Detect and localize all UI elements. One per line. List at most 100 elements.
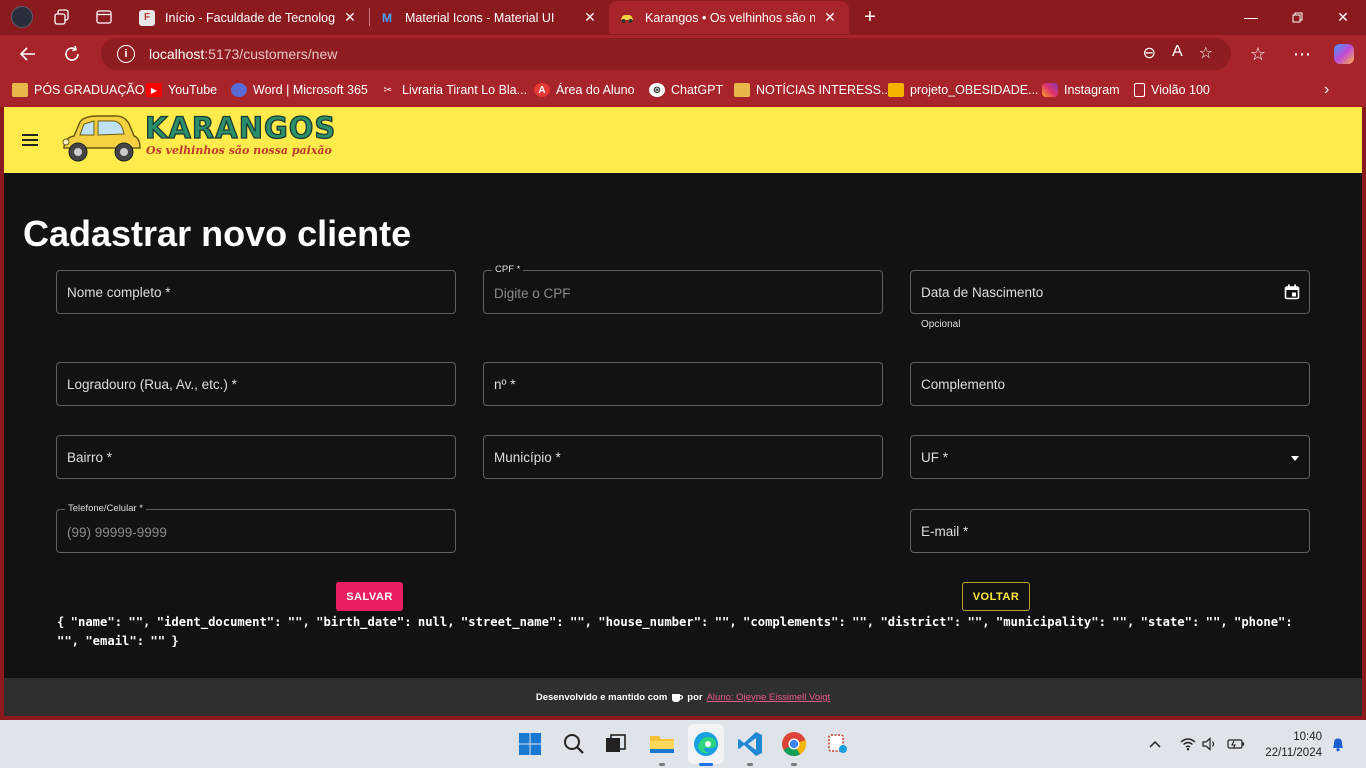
complement-field[interactable]: Complemento — [910, 362, 1310, 406]
system-clock[interactable]: 10:40 22/11/2024 — [1265, 729, 1322, 761]
state-select[interactable]: UF * — [910, 435, 1310, 479]
bookmark-chatgpt[interactable]: ⊛ ChatGPT — [649, 81, 723, 99]
street-label: Logradouro (Rua, Av., etc.) * — [67, 377, 237, 392]
calendar-icon[interactable] — [1284, 284, 1300, 300]
birth-date-label: Data de Nascimento — [921, 285, 1044, 300]
area-aluno-icon: A — [534, 83, 550, 97]
bookmark-label: NOTÍCIAS INTERESS... — [756, 83, 892, 97]
clock-date: 22/11/2024 — [1265, 747, 1322, 759]
state-label: UF * — [921, 450, 948, 465]
snipping-tool-icon[interactable] — [824, 730, 852, 758]
windows-taskbar: 10:40 22/11/2024 — [0, 720, 1366, 768]
search-icon[interactable] — [560, 730, 588, 758]
file-explorer-icon[interactable] — [648, 730, 676, 766]
chatgpt-icon: ⊛ — [649, 83, 665, 97]
app-viewport: KARANGOS Os velhinhos são nossa paixão C… — [4, 107, 1362, 716]
new-tab-icon[interactable]: + — [858, 6, 882, 28]
bookmark-label: Violão 100 — [1151, 83, 1210, 97]
browser-tab-strip: F Início - Faculdade de Tecnologia d ✕ M… — [0, 0, 1366, 35]
task-view-icon[interactable] — [602, 730, 630, 758]
birth-date-field[interactable]: Data de Nascimento — [910, 270, 1310, 314]
tab-material-icons[interactable]: M Material Icons - Material UI ✕ — [369, 1, 609, 34]
municipality-label: Município * — [494, 450, 561, 465]
minimize-icon[interactable]: — — [1228, 0, 1274, 34]
tab-actions-icon[interactable] — [92, 6, 116, 28]
more-bookmarks-chevron-icon[interactable]: › — [1324, 81, 1329, 99]
form-state-json: { "name": "", "ident_document": "", "bir… — [57, 615, 1300, 648]
dropdown-arrow-icon — [1291, 456, 1299, 461]
bookmark-label: Área do Aluno — [556, 83, 635, 97]
show-hidden-icons-chevron-icon[interactable] — [1148, 720, 1162, 768]
bookmark-label: PÓS GRADUAÇÃO — [34, 83, 145, 97]
cpf-placeholder: Digite o CPF — [494, 286, 571, 301]
house-number-field[interactable]: nº * — [483, 362, 883, 406]
clock-time: 10:40 — [1293, 731, 1322, 743]
menu-hamburger-icon[interactable] — [22, 134, 38, 146]
address-bar[interactable]: i localhost:5173/customers/new ⊖ A ☆ — [101, 38, 1231, 70]
bookmark-word[interactable]: Word | Microsoft 365 — [231, 81, 368, 99]
read-aloud-icon[interactable]: A — [1172, 43, 1183, 63]
bookmark-instagram[interactable]: Instagram — [1042, 81, 1120, 99]
zoom-icon[interactable]: ⊖ — [1143, 43, 1156, 63]
back-button[interactable]: VOLTAR — [962, 582, 1030, 611]
phone-field[interactable]: Telefone/Celular * (99) 99999-9999 — [56, 503, 456, 553]
chrome-icon[interactable] — [780, 730, 808, 766]
street-field[interactable]: Logradouro (Rua, Av., etc.) * — [56, 362, 456, 406]
battery-icon[interactable] — [1227, 720, 1245, 768]
tab-karangos[interactable]: Karangos • Os velhinhos são nossa ✕ — [609, 1, 849, 34]
name-label: Nome completo * — [67, 285, 171, 300]
profile-avatar-icon[interactable] — [10, 6, 34, 28]
restore-icon[interactable] — [1274, 0, 1320, 34]
back-arrow-icon[interactable] — [14, 41, 42, 67]
bookmark-youtube[interactable]: ▶ YouTube — [146, 81, 217, 99]
wifi-icon[interactable] — [1180, 720, 1196, 768]
favorites-icon[interactable]: ☆ — [1244, 41, 1272, 67]
youtube-icon: ▶ — [146, 83, 162, 97]
tab-fatec[interactable]: F Início - Faculdade de Tecnologia d ✕ — [129, 1, 369, 34]
cpf-field[interactable]: CPF * Digite o CPF — [483, 264, 883, 314]
page-icon — [1134, 83, 1145, 97]
bookmark-area-aluno[interactable]: A Área do Aluno — [534, 81, 635, 99]
bookmark-noticias[interactable]: NOTÍCIAS INTERESS... — [734, 81, 891, 99]
workspaces-icon[interactable] — [50, 6, 74, 28]
email-field[interactable]: E-mail * — [910, 509, 1310, 553]
notifications-bell-icon[interactable] — [1330, 720, 1346, 768]
bookmark-projeto[interactable]: projeto_OBESIDADE... — [888, 81, 1039, 99]
email-label: E-mail * — [921, 524, 969, 539]
edge-browser-icon[interactable] — [692, 730, 720, 766]
refresh-icon[interactable] — [58, 41, 86, 67]
more-menu-icon[interactable]: ⋯ — [1288, 41, 1316, 67]
municipality-field[interactable]: Município * — [483, 435, 883, 479]
tab-title: Início - Faculdade de Tecnologia d — [165, 10, 335, 25]
active-indicator — [699, 763, 713, 766]
logo-title: KARANGOS — [144, 110, 337, 145]
tab-title: Karangos • Os velhinhos são nossa — [645, 10, 815, 25]
bookmark-pos-graduacao[interactable]: PÓS GRADUAÇÃO — [12, 81, 144, 99]
tab-title: Material Icons - Material UI — [405, 10, 555, 25]
site-info-icon[interactable]: i — [117, 45, 135, 63]
fatec-favicon-icon: F — [139, 9, 155, 26]
vscode-icon[interactable] — [736, 730, 764, 766]
m365-icon — [231, 83, 247, 97]
close-tab-icon[interactable]: ✕ — [581, 9, 599, 26]
bookmarks-bar: PÓS GRADUAÇÃO ▶ YouTube Word | Microsoft … — [0, 73, 1366, 107]
folder-icon — [734, 83, 750, 97]
volume-icon[interactable] — [1202, 720, 1218, 768]
birth-date-helper: Opcional — [921, 319, 961, 330]
phone-label: Telefone/Celular * — [65, 503, 146, 514]
close-tab-icon[interactable]: ✕ — [821, 9, 839, 26]
close-window-icon[interactable]: ✕ — [1320, 0, 1366, 34]
bookmark-violao[interactable]: Violão 100 — [1134, 81, 1210, 99]
author-link[interactable]: Aluno: Ojeyne Eissimell Voigt — [707, 692, 831, 703]
bookmark-label: ChatGPT — [671, 83, 724, 97]
bookmark-livraria[interactable]: ✂ Livraria Tirant Lo Bla... — [380, 81, 527, 99]
close-tab-icon[interactable]: ✕ — [341, 9, 359, 26]
favorite-star-icon[interactable]: ☆ — [1199, 43, 1213, 63]
house-number-label: nº * — [494, 377, 516, 392]
name-field[interactable]: Nome completo * — [56, 270, 456, 314]
copilot-icon[interactable] — [1330, 41, 1358, 67]
url-text: localhost:5173/customers/new — [149, 46, 338, 62]
save-button[interactable]: SALVAR — [336, 582, 403, 611]
district-field[interactable]: Bairro * — [56, 435, 456, 479]
windows-start-icon[interactable] — [516, 730, 544, 758]
